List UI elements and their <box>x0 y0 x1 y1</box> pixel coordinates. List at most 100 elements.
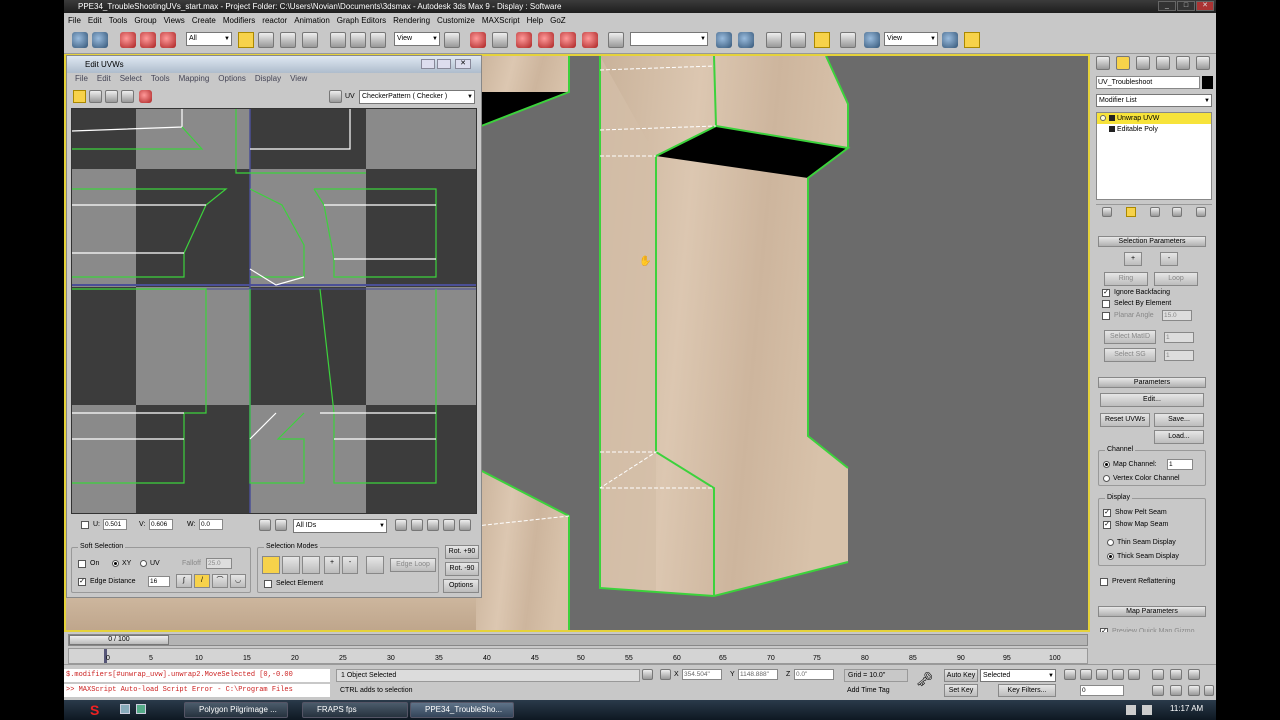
menu-create[interactable]: Create <box>192 16 216 25</box>
uv-minimize-button[interactable] <box>421 59 435 69</box>
lock-selection-icon[interactable] <box>642 669 653 680</box>
scale-icon[interactable] <box>370 32 386 48</box>
modifier-list-dropdown[interactable]: Modifier List <box>1096 94 1212 107</box>
soft-on-checkbox[interactable] <box>78 560 86 568</box>
menu-animation[interactable]: Animation <box>294 16 330 25</box>
falloff-fast-out-button[interactable]: ◡ <box>230 574 246 588</box>
fov-icon[interactable] <box>1152 685 1164 696</box>
load-button[interactable]: Load... <box>1154 430 1204 444</box>
z-coordinate-field[interactable]: 0.0" <box>794 669 834 680</box>
planar-angle-checkbox[interactable] <box>1102 312 1110 320</box>
quick-render-icon[interactable] <box>942 32 958 48</box>
vertex-color-radio[interactable] <box>1103 475 1110 482</box>
prevent-reflattening-checkbox[interactable] <box>1100 578 1108 586</box>
parameters-rollout[interactable]: Parameters <box>1098 377 1206 388</box>
menu-goz[interactable]: GoZ <box>550 16 566 25</box>
menu-help[interactable]: Help <box>527 16 543 25</box>
keyboard-shortcut-icon[interactable] <box>492 32 508 48</box>
menu-customize[interactable]: Customize <box>437 16 475 25</box>
modify-tab-icon[interactable] <box>1116 56 1130 70</box>
material-editor-icon[interactable] <box>840 32 856 48</box>
select-by-name-icon[interactable] <box>258 32 274 48</box>
time-slider-thumb[interactable]: 0 / 100 <box>69 635 169 645</box>
uv-radio[interactable] <box>140 560 147 567</box>
taskbar-fraps[interactable]: FRAPS fps <box>302 702 408 718</box>
edge-mode-button[interactable] <box>282 556 300 574</box>
zoom-icon[interactable] <box>411 519 423 531</box>
planar-angle-spinner[interactable]: 15.0 <box>1162 310 1192 321</box>
snap-toggle-icon[interactable] <box>516 32 532 48</box>
uv-show-map-icon[interactable] <box>329 90 342 103</box>
uv-menu-display[interactable]: Display <box>255 74 281 86</box>
reset-uvws-button[interactable]: Reset UVWs <box>1100 413 1150 427</box>
goto-start-icon[interactable] <box>1064 669 1076 680</box>
layer-manager-icon[interactable] <box>766 32 782 48</box>
thick-seam-radio[interactable] <box>1107 553 1114 560</box>
schematic-view-icon[interactable] <box>814 32 830 48</box>
hide-icon[interactable] <box>275 519 287 531</box>
material-ids-dropdown[interactable]: All IDs <box>293 519 387 533</box>
rotate-icon[interactable] <box>350 32 366 48</box>
uv-scale-icon[interactable] <box>105 90 118 103</box>
render-type-dropdown[interactable]: View <box>884 32 938 46</box>
object-color-swatch[interactable] <box>1202 76 1213 89</box>
menu-views[interactable]: Views <box>164 16 185 25</box>
v-spinner[interactable]: 0.606 <box>149 519 173 530</box>
uv-freeform-icon[interactable] <box>121 90 134 103</box>
display-tab-icon[interactable] <box>1176 56 1190 70</box>
absolute-offset-toggle[interactable] <box>81 521 89 529</box>
rect-selection-icon[interactable] <box>280 32 296 48</box>
maximize-viewport-icon[interactable] <box>1204 685 1214 696</box>
uv-close-button[interactable]: ✕ <box>455 59 471 69</box>
select-object-icon[interactable] <box>238 32 254 48</box>
time-slider-track[interactable]: 0 / 100 <box>68 634 1088 646</box>
xy-radio[interactable] <box>112 560 119 567</box>
tray-network-icon[interactable] <box>1126 705 1136 715</box>
select-sg-spinner[interactable]: 1 <box>1164 350 1194 361</box>
track-bar[interactable]: 0 5 10 15 20 25 30 35 40 45 50 55 60 65 … <box>68 648 1088 664</box>
arc-rotate-icon[interactable] <box>1188 685 1200 696</box>
falloff-spinner[interactable]: 25.0 <box>206 558 232 569</box>
configure-sets-icon[interactable] <box>1196 207 1206 217</box>
make-unique-icon[interactable] <box>1150 207 1160 217</box>
menu-modifiers[interactable]: Modifiers <box>223 16 255 25</box>
menu-tools[interactable]: Tools <box>109 16 128 25</box>
menu-reactor[interactable]: reactor <box>262 16 287 25</box>
rot-plus-90-button[interactable]: Rot. +90 <box>445 545 479 559</box>
next-frame-icon[interactable] <box>1112 669 1124 680</box>
named-selection-dropdown[interactable] <box>630 32 708 46</box>
lock-selected-icon[interactable] <box>259 519 271 531</box>
window-crossing-icon[interactable] <box>302 32 318 48</box>
uv-menu-view[interactable]: View <box>290 74 307 86</box>
map-channel-spinner[interactable]: 1 <box>1167 459 1193 470</box>
uv-move-icon[interactable] <box>73 90 86 103</box>
expand-icon[interactable] <box>1109 115 1115 121</box>
options-button[interactable]: Options <box>443 579 479 593</box>
lightbulb-icon[interactable] <box>1100 115 1106 121</box>
save-button[interactable]: Save... <box>1154 413 1204 427</box>
taskbar-3dsmax[interactable]: PPE34_TroubleSho... <box>410 702 514 718</box>
uv-menu-options[interactable]: Options <box>218 74 246 86</box>
play-icon[interactable] <box>1096 669 1108 680</box>
stack-item-editable-poly[interactable]: Editable Poly <box>1097 124 1211 135</box>
key-filters-button[interactable]: Key Filters... <box>998 684 1056 697</box>
render-scene-icon[interactable] <box>864 32 880 48</box>
key-selection-dropdown[interactable]: Selected <box>980 669 1056 682</box>
select-matid-button[interactable]: Select MatID <box>1104 330 1156 344</box>
mirror-icon[interactable] <box>716 32 732 48</box>
menu-graph-editors[interactable]: Graph Editors <box>337 16 386 25</box>
rot-minus-90-button[interactable]: Rot. -90 <box>445 562 479 576</box>
manipulate-icon[interactable] <box>470 32 486 48</box>
pivot-center-icon[interactable] <box>444 32 460 48</box>
motion-tab-icon[interactable] <box>1156 56 1170 70</box>
zoom-extents-icon[interactable] <box>443 519 455 531</box>
redo-icon[interactable] <box>92 32 108 48</box>
menu-rendering[interactable]: Rendering <box>393 16 430 25</box>
bind-space-warp-icon[interactable] <box>160 32 176 48</box>
tray-volume-icon[interactable] <box>1142 705 1152 715</box>
edit-named-selection-icon[interactable] <box>608 32 624 48</box>
show-pelt-seam-checkbox[interactable]: ✓ <box>1103 509 1111 517</box>
set-key-button[interactable]: Set Key <box>944 684 978 697</box>
pan-view-icon[interactable] <box>1170 685 1182 696</box>
move-icon[interactable] <box>330 32 346 48</box>
